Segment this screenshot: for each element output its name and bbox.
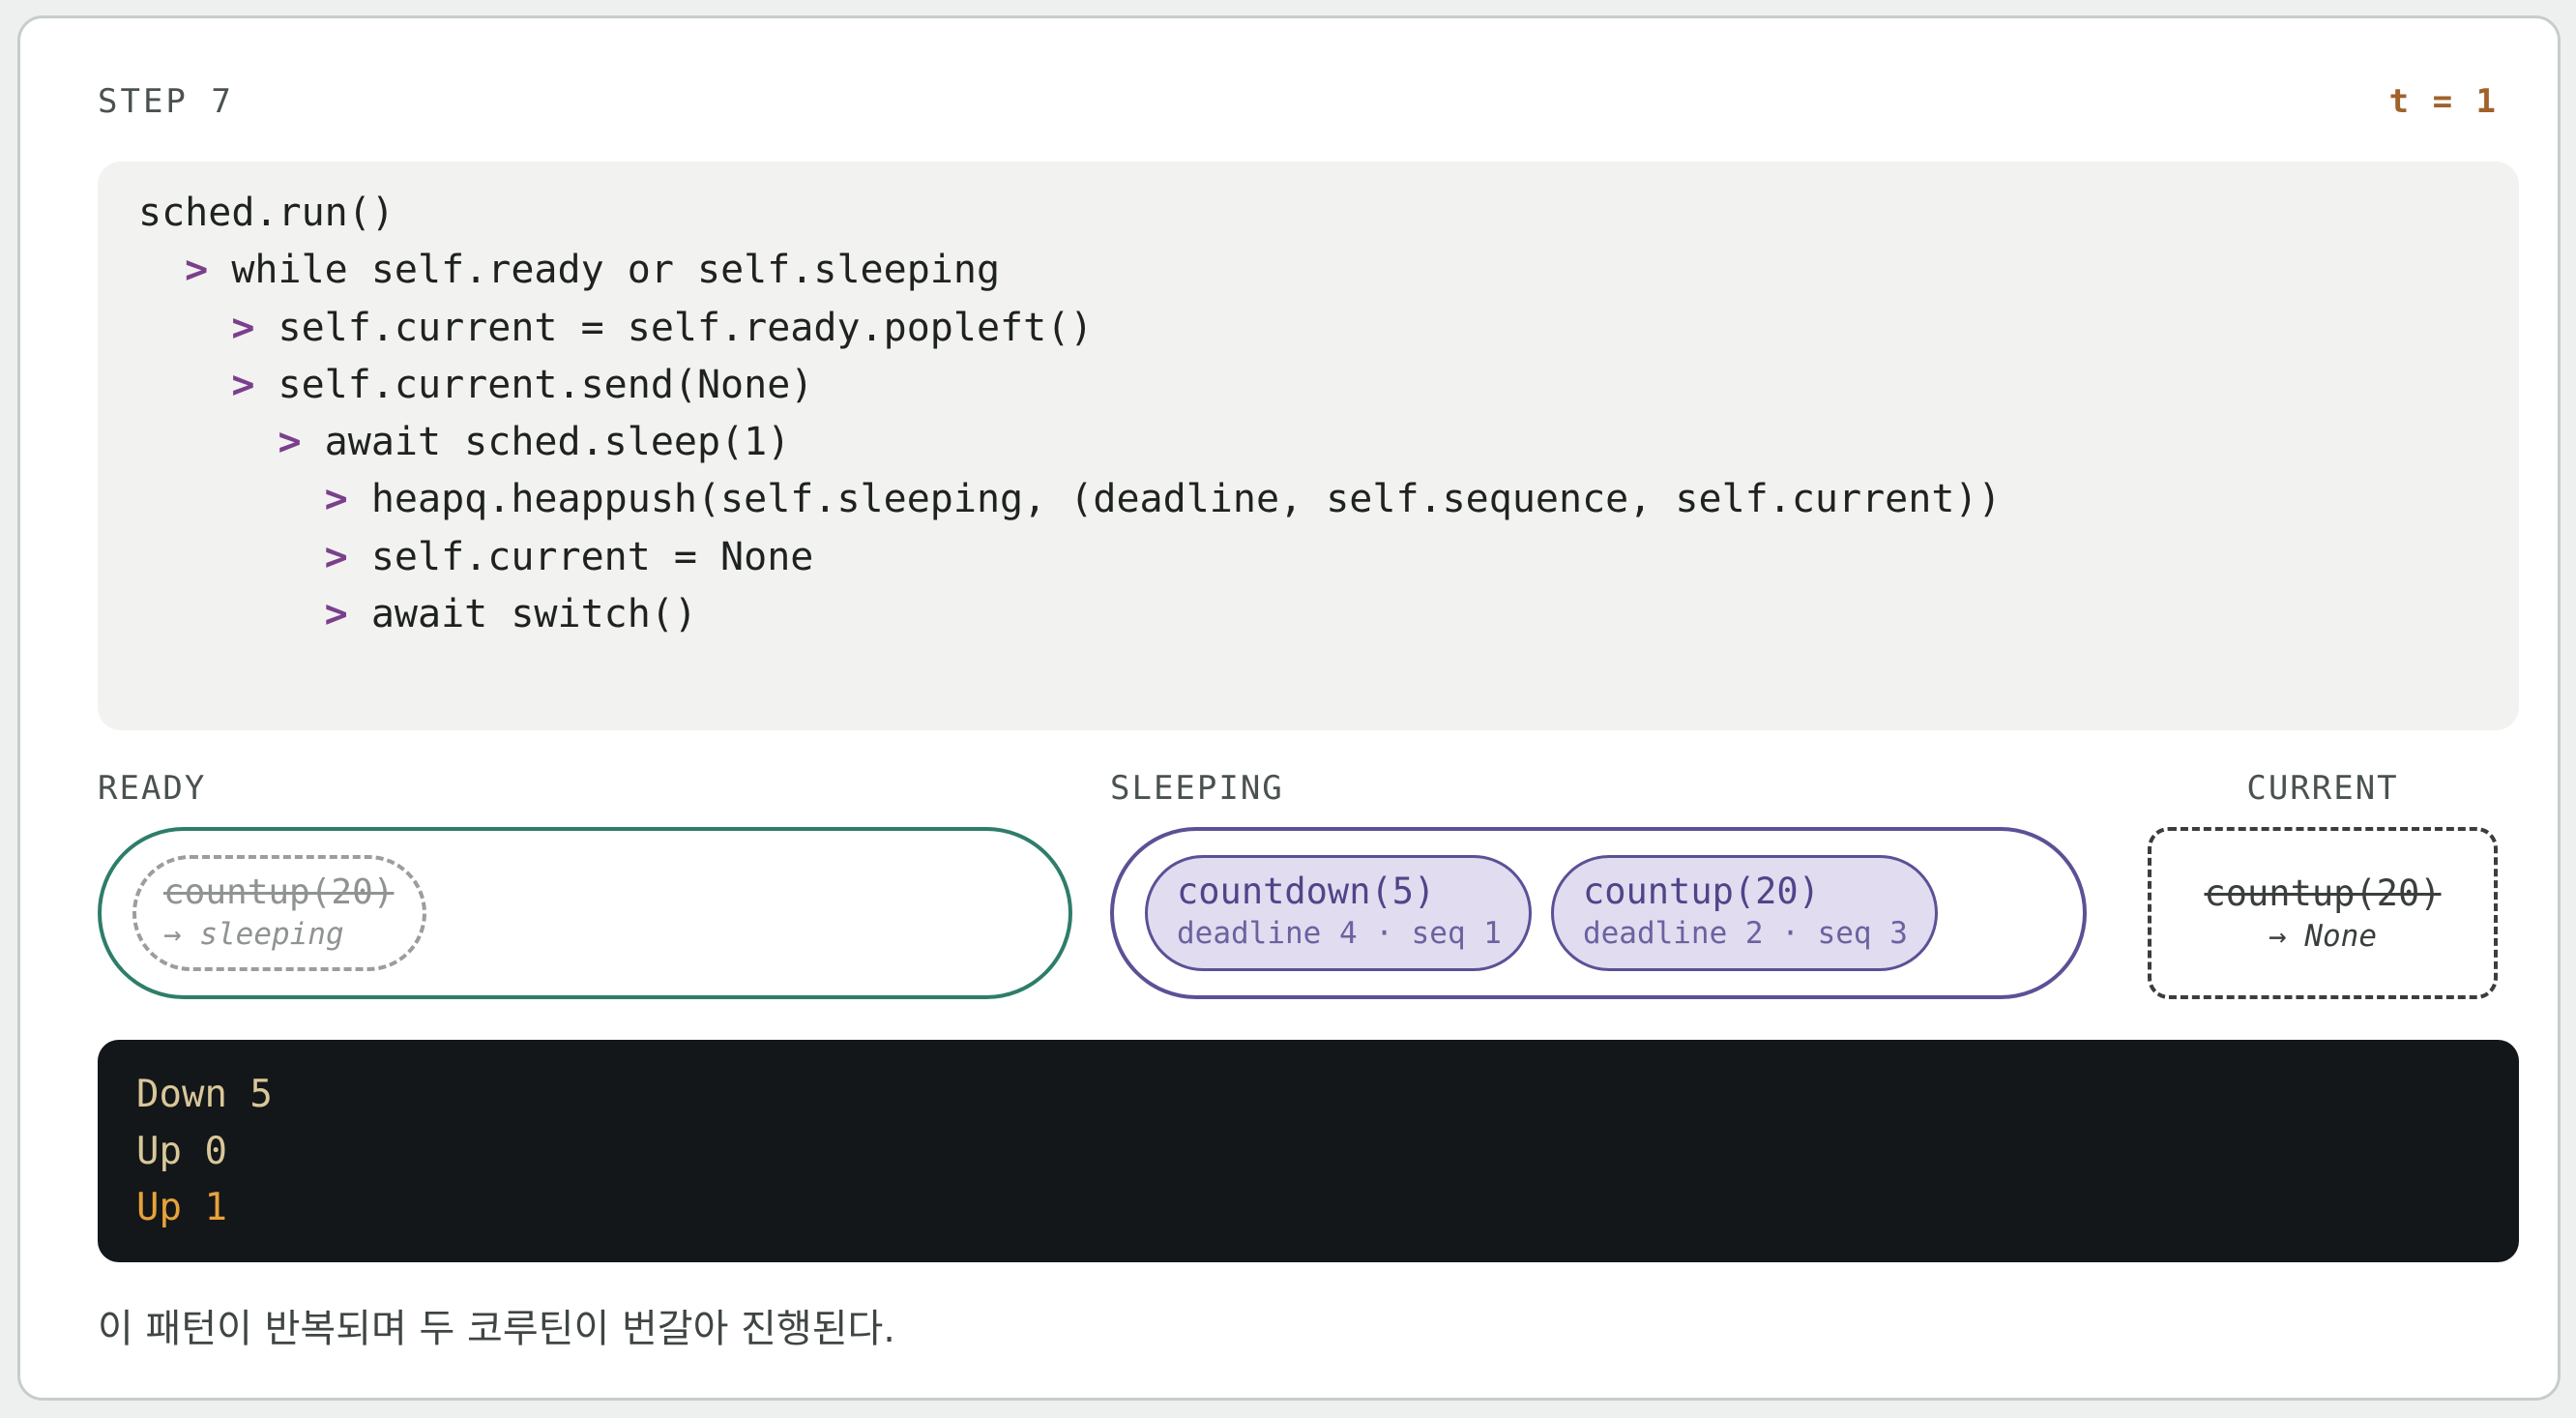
current-label: CURRENT bbox=[2246, 769, 2399, 808]
code-line: > self.current.send(None) bbox=[231, 362, 814, 407]
output-line: Down 5 bbox=[136, 1073, 273, 1116]
time-indicator: t = 1 bbox=[2388, 82, 2498, 121]
code-line: sched.run() bbox=[138, 191, 395, 235]
code-line: > await sched.sleep(1) bbox=[278, 420, 791, 465]
sleeping-label: SLEEPING bbox=[1110, 769, 1284, 808]
current-task-name: countup(20) bbox=[2204, 872, 2442, 914]
task-detail: deadline 2 · seq 3 bbox=[1582, 916, 1908, 951]
task-name: countup(20) bbox=[1582, 871, 1820, 912]
sleeping-task: countdown(5) deadline 4 · seq 1 bbox=[1145, 855, 1532, 971]
sleeping-task: countup(20) deadline 2 · seq 3 bbox=[1550, 855, 1938, 971]
ready-queue: countup(20) → sleeping bbox=[98, 827, 1072, 999]
output-line: Up 0 bbox=[136, 1129, 227, 1173]
step-card: STEP 7 t = 1 sched.run() > while self.re… bbox=[17, 15, 2561, 1401]
line-marker: > bbox=[278, 420, 325, 465]
code-line: > while self.ready or self.sleeping bbox=[185, 248, 1001, 293]
code-line: > self.current = self.ready.popleft() bbox=[231, 305, 1094, 350]
line-marker: > bbox=[324, 477, 371, 522]
current-task-status: → None bbox=[2269, 919, 2377, 954]
ready-task-departed: countup(20) → sleeping bbox=[132, 855, 426, 971]
code-line: > heapq.heappush(self.sleeping, (deadlin… bbox=[324, 477, 2002, 522]
task-status: → sleeping bbox=[163, 917, 344, 952]
output-line: Up 1 bbox=[136, 1186, 227, 1230]
code-panel: sched.run() > while self.ready or self.s… bbox=[98, 162, 2519, 730]
task-name: countup(20) bbox=[163, 872, 395, 912]
task-name: countdown(5) bbox=[1177, 871, 1436, 912]
ready-label: READY bbox=[98, 769, 207, 808]
code-line: > self.current = None bbox=[324, 534, 814, 579]
line-marker: > bbox=[231, 362, 278, 407]
step-caption: 이 패턴이 반복되며 두 코루틴이 번갈아 진행된다. bbox=[98, 1307, 896, 1351]
line-marker: > bbox=[324, 534, 371, 579]
output-terminal: Down 5 Up 0 Up 1 bbox=[98, 1040, 2519, 1262]
code-line: > await switch() bbox=[324, 592, 697, 637]
step-label: STEP 7 bbox=[98, 82, 234, 121]
line-marker: > bbox=[231, 305, 278, 350]
line-marker: > bbox=[185, 248, 232, 293]
line-marker: > bbox=[324, 592, 371, 637]
sleeping-heap: countdown(5) deadline 4 · seq 1 countup(… bbox=[1110, 827, 2087, 999]
task-detail: deadline 4 · seq 1 bbox=[1177, 916, 1502, 951]
current-slot: countup(20) → None bbox=[2148, 827, 2498, 999]
